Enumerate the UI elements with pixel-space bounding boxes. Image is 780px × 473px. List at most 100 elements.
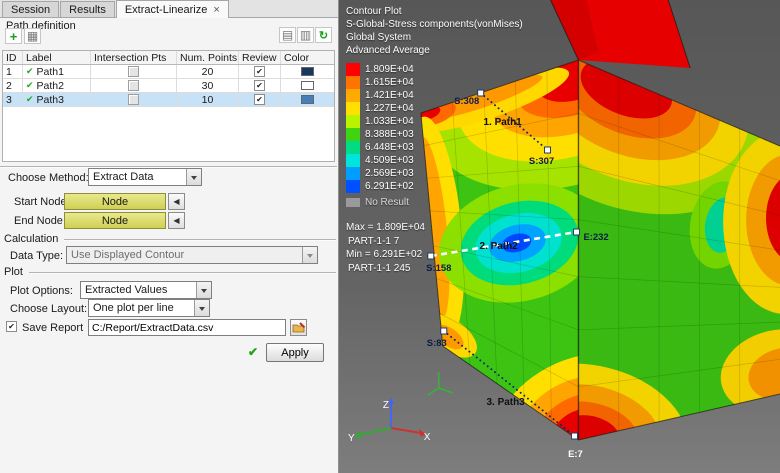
end-node-prev-button[interactable]: ◀: [168, 212, 185, 229]
row-id: 1: [3, 65, 23, 78]
row-label: ✔Path1: [23, 65, 91, 78]
save-report-label: Save Report: [22, 322, 83, 334]
path3-start-label: S:83: [427, 338, 447, 349]
num-points-value[interactable]: 20: [177, 65, 239, 78]
contour-legend: Contour Plot S-Global-Stress components(…: [346, 5, 523, 275]
review-checkbox[interactable]: ✔: [254, 94, 265, 105]
legend-swatch: [346, 154, 360, 167]
min-part: PART-1-1 245: [346, 262, 523, 276]
apply-button[interactable]: Apply: [266, 343, 324, 362]
tab-extract-linearize[interactable]: Extract-Linearize ×: [116, 0, 229, 18]
legend-swatch: [346, 89, 360, 102]
plot-options-select[interactable]: Extracted Values: [80, 281, 212, 299]
legend-color-bar: 1.809E+04 1.615E+04 1.421E+04 1.227E+04 …: [346, 63, 523, 209]
folder-edit-icon: [292, 322, 306, 334]
path-table-icon[interactable]: ▦: [24, 28, 41, 44]
tab-results[interactable]: Results: [60, 1, 115, 17]
legend-result-type: S-Global-Stress components(vonMises): [346, 18, 523, 31]
apply-check-icon: ✔: [248, 345, 258, 359]
path-color-swatch[interactable]: [301, 81, 314, 90]
browse-file-button[interactable]: [290, 319, 307, 336]
path1-end-label: S:307: [529, 156, 554, 167]
table-row-path1[interactable]: 1 ✔Path1 20 ✔: [3, 65, 334, 79]
path3-start-marker: [441, 328, 447, 334]
legend-averaging: Advanced Average: [346, 44, 523, 57]
triad-y-label: Y: [348, 433, 355, 444]
chevron-down-icon[interactable]: [186, 169, 201, 185]
save-report-path-input[interactable]: [88, 319, 286, 336]
row-label: ✔Path2: [23, 79, 91, 92]
header-intersection-pts: Intersection Pts: [91, 51, 177, 64]
review-checkbox[interactable]: ✔: [254, 66, 265, 77]
plot-title: Plot: [4, 266, 23, 278]
legend-title: Contour Plot: [346, 5, 523, 18]
calculation-section: Calculation: [4, 233, 336, 245]
legend-swatch: [346, 167, 360, 180]
no-result-swatch: [346, 198, 360, 207]
path-table: ID Label Intersection Pts Num. Points Re…: [2, 50, 335, 162]
legend-swatch: [346, 141, 360, 154]
header-review: Review: [239, 51, 281, 64]
add-path-button[interactable]: +: [5, 28, 22, 44]
legend-swatch: [346, 180, 360, 193]
row-label: ✔Path3: [23, 93, 91, 106]
choose-method-label: Choose Method:: [8, 172, 89, 184]
end-node-collector[interactable]: Node: [64, 212, 166, 229]
plot-options-label: Plot Options:: [10, 285, 73, 297]
chevron-down-icon[interactable]: [194, 300, 209, 316]
start-node-prev-button[interactable]: ◀: [168, 193, 185, 210]
tab-close-icon[interactable]: ×: [213, 5, 219, 16]
start-node-label: Start Node: [14, 196, 67, 208]
plot-section: Plot: [4, 266, 336, 278]
choose-layout-label: Choose Layout:: [10, 303, 87, 315]
table-row-path2[interactable]: 2 ✔Path2 30 ✔: [3, 79, 334, 93]
header-id: ID: [3, 51, 23, 64]
header-color: Color: [281, 51, 334, 64]
chevron-down-icon[interactable]: [302, 247, 317, 263]
max-part: PART-1-1 7: [346, 235, 523, 249]
header-num-points: Num. Points: [177, 51, 239, 64]
path-check-icon: ✔: [26, 66, 34, 77]
review-all-button[interactable]: ▤: [279, 27, 296, 43]
path3-end-label: E:7: [568, 449, 583, 460]
review-checkbox[interactable]: ✔: [254, 80, 265, 91]
data-type-select[interactable]: Use Displayed Contour: [66, 246, 318, 264]
intersection-pts-checkbox[interactable]: [128, 94, 139, 105]
path2-end-marker: [573, 229, 579, 235]
path-color-swatch[interactable]: [301, 95, 314, 104]
legend-max-min: Max = 1.809E+04 PART-1-1 7 Min = 6.291E+…: [346, 221, 523, 275]
triad-z-label: Z: [383, 400, 389, 411]
end-node-label: End Node: [14, 215, 63, 227]
choose-layout-select[interactable]: One plot per line: [88, 299, 210, 317]
tab-session[interactable]: Session: [2, 1, 59, 17]
application-window: Session Results Extract-Linearize × Path…: [0, 0, 780, 473]
path3-label: 3. Path3: [487, 397, 526, 408]
calculation-title: Calculation: [4, 233, 58, 245]
no-result-label: No Result: [365, 196, 409, 209]
path-check-icon: ✔: [26, 94, 34, 105]
start-node-collector[interactable]: Node: [64, 193, 166, 210]
num-points-value[interactable]: 30: [177, 79, 239, 92]
header-label: Label: [23, 51, 91, 64]
graphics-viewport[interactable]: S:308 S:307 1. Path1 S:158 E:232 2. Path…: [339, 0, 780, 473]
path-color-swatch[interactable]: [301, 67, 314, 76]
intersection-pts-checkbox[interactable]: [128, 66, 139, 77]
path-table-header: ID Label Intersection Pts Num. Points Re…: [3, 51, 334, 65]
path-check-icon: ✔: [26, 80, 34, 91]
path3-end-marker: [571, 433, 577, 439]
export-table-button[interactable]: ▥: [297, 27, 314, 43]
table-row-path3[interactable]: 3 ✔Path3 10 ✔: [3, 93, 334, 107]
panel-tab-bar: Session Results Extract-Linearize ×: [0, 0, 338, 18]
save-report-checkbox[interactable]: ✔: [6, 321, 17, 332]
num-points-value[interactable]: 10: [177, 93, 239, 106]
refresh-button[interactable]: ↻: [315, 27, 332, 43]
chevron-down-icon[interactable]: [196, 282, 211, 298]
legend-swatch: [346, 76, 360, 89]
data-type-label: Data Type:: [10, 250, 63, 262]
extract-linearize-panel: Session Results Extract-Linearize × Path…: [0, 0, 339, 473]
legend-swatch: [346, 102, 360, 115]
intersection-pts-checkbox[interactable]: [128, 80, 139, 91]
choose-method-select[interactable]: Extract Data: [88, 168, 202, 186]
row-id: 3: [3, 93, 23, 106]
triad-x-label: X: [424, 432, 431, 443]
